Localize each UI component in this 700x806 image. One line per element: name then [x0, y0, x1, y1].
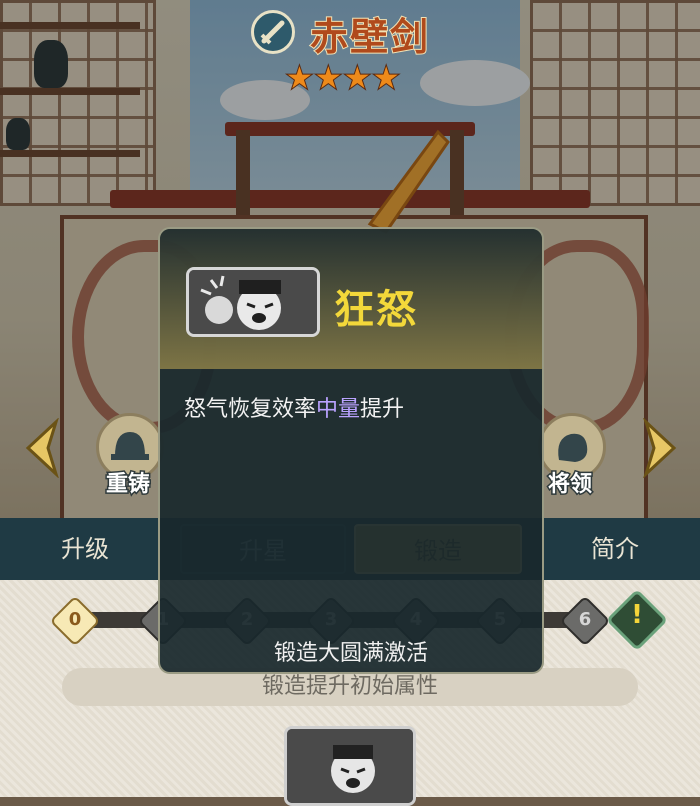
star-icon: ★ [372, 61, 401, 96]
skill-description: 怒气恢复效率中量提升 [184, 391, 404, 423]
star-icon: ★ [343, 61, 372, 96]
star-rating: ★ ★ ★ ★ [285, 61, 416, 96]
forge-level-number: 6 [578, 609, 592, 630]
skill-tooltip: 狂怒 怒气恢复效率中量提升 锻造大圆满激活 [158, 227, 544, 674]
tab-upgrade[interactable]: 升级 [0, 518, 170, 580]
recast-label: 重铸 [104, 471, 151, 499]
weapon-header: 赤壁剑 [0, 4, 700, 60]
forge-level-number: 0 [68, 609, 82, 630]
desc-highlight: 中量 [316, 397, 361, 422]
sword-icon [251, 10, 295, 54]
rage-skill-icon [186, 267, 320, 337]
skill-name: 狂怒 [334, 287, 418, 333]
general-label: 将领 [546, 471, 593, 499]
desc-text: 怒气恢复效率 [184, 397, 317, 422]
tab-intro[interactable]: 简介 [530, 518, 700, 580]
activation-condition: 锻造大圆满激活 [273, 641, 428, 666]
warning-mark: ! [631, 600, 643, 630]
chevron-right-icon[interactable] [640, 418, 680, 478]
rage-skill-thumbnail[interactable] [284, 726, 416, 806]
angry-face-icon [189, 270, 317, 334]
star-icon: ★ [314, 61, 343, 96]
chevron-left-icon[interactable] [22, 418, 62, 478]
desc-text: 提升 [360, 397, 405, 422]
weapon-name: 赤壁剑 [309, 14, 431, 60]
angry-face-icon [287, 729, 413, 803]
star-icon: ★ [285, 61, 314, 96]
